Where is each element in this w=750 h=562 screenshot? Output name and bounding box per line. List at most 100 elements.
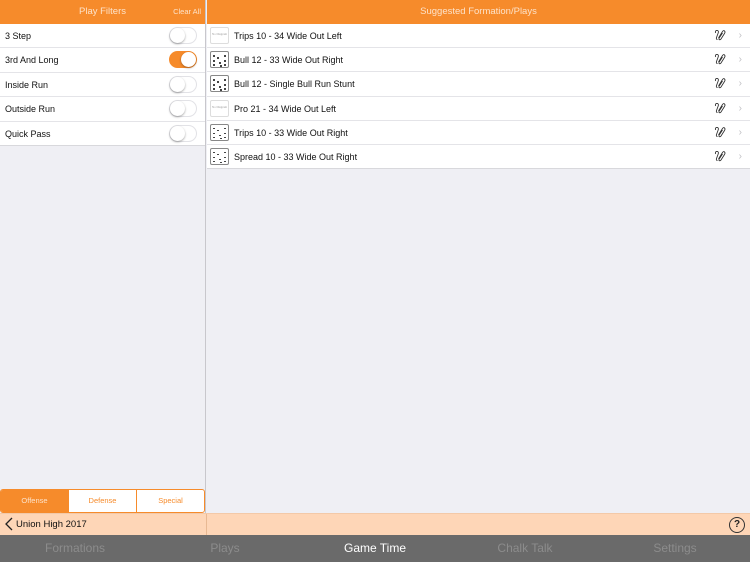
play-row[interactable]: No Diagram Trips 10 - 34 Wide Out Left › xyxy=(207,24,750,49)
toggle-knob xyxy=(170,28,185,43)
clear-all-button[interactable]: Clear All xyxy=(173,7,201,16)
diagram-dot xyxy=(224,64,226,66)
play-name: Bull 12 - 33 Wide Out Right xyxy=(234,55,344,66)
diagram-dot xyxy=(219,134,221,137)
chevron-right-icon: › xyxy=(738,150,742,162)
diagram-dot xyxy=(224,60,226,62)
diagram-dot xyxy=(213,160,215,163)
chevron-right-icon: › xyxy=(738,30,742,41)
diagram-dot xyxy=(224,79,226,81)
paperclip-icon[interactable] xyxy=(714,29,726,41)
filter-toggle-3-step[interactable] xyxy=(169,27,197,44)
toggle-knob xyxy=(170,125,185,141)
chevron-right-icon: › xyxy=(738,102,742,114)
diagram-dot xyxy=(217,129,219,132)
paperclip-icon[interactable] xyxy=(714,126,726,138)
play-name: Trips 10 - 34 Wide Out Left xyxy=(234,31,342,41)
filter-label: 3rd And Long xyxy=(5,55,59,66)
diagram-dot xyxy=(224,55,226,57)
filter-label: Outside Run xyxy=(5,104,56,115)
play-row[interactable]: No Diagram Pro 21 - 34 Wide Out Left › xyxy=(207,97,750,121)
diagram-dot xyxy=(217,81,219,83)
filter-row: Inside Run xyxy=(0,73,205,98)
tab-formations[interactable]: Formations xyxy=(0,535,150,562)
back-label: Union High 2017 xyxy=(16,518,87,530)
diagram-dot xyxy=(217,153,219,156)
filter-label: Inside Run xyxy=(5,79,49,90)
play-row[interactable]: Trips 10 - 33 Wide Out Right › xyxy=(207,121,750,145)
diagram-dot xyxy=(220,137,222,140)
filter-toggle-outside-run[interactable] xyxy=(169,100,197,118)
play-diagram-thumbnail xyxy=(210,147,229,165)
play-name: Bull 12 - Single Bull Run Stunt xyxy=(234,79,355,90)
app: Play Filters Clear All 3 Step 3rd And Lo… xyxy=(0,0,750,562)
diagram-dot xyxy=(213,64,215,66)
unit-segmented-control: Offense Defense Special xyxy=(0,489,205,513)
diagram-dot xyxy=(219,86,221,88)
segment-defense[interactable]: Defense xyxy=(68,490,136,512)
filter-row: Outside Run xyxy=(0,97,205,122)
diagram-dot xyxy=(224,136,226,139)
toggle-knob xyxy=(170,76,185,92)
diagram-dot xyxy=(213,136,215,139)
chevron-left-icon xyxy=(5,517,13,531)
suggested-plays-panel: Suggested Formation/Plays No Diagram Trip… xyxy=(207,0,750,513)
play-name: Spread 10 - 33 Wide Out Right xyxy=(234,151,358,162)
segment-special[interactable]: Special xyxy=(136,490,204,512)
play-diagram-thumbnail xyxy=(210,75,229,93)
diagram-dot xyxy=(213,88,215,90)
diagram-dot xyxy=(213,60,215,62)
diagram-dot xyxy=(220,161,222,164)
filter-row: 3rd And Long xyxy=(0,48,205,73)
tab-game-time[interactable]: Game Time xyxy=(300,535,450,562)
tab-bar: Formations Plays Game Time Chalk Talk Se… xyxy=(0,535,750,562)
diagram-dot xyxy=(224,88,226,90)
filter-row: 3 Step xyxy=(0,24,205,49)
suggested-plays-title: Suggested Formation/Plays xyxy=(207,0,750,24)
filter-toggle-quick-pass[interactable] xyxy=(169,124,197,142)
back-button[interactable]: Union High 2017 xyxy=(4,517,87,531)
filter-toggle-inside-run[interactable] xyxy=(169,75,197,93)
filter-label: 3 Step xyxy=(5,31,32,41)
help-icon[interactable]: ? xyxy=(729,517,745,533)
segment-offense[interactable]: Offense xyxy=(1,490,68,512)
no-diagram-thumbnail: No Diagram xyxy=(210,27,229,44)
diagram-dot xyxy=(219,158,221,161)
diagram-dot xyxy=(213,84,215,86)
play-name: Trips 10 - 33 Wide Out Right xyxy=(234,127,348,138)
play-name: Pro 21 - 34 Wide Out Left xyxy=(234,103,337,114)
filter-list: 3 Step 3rd And Long Inside Run Outside R… xyxy=(0,24,205,146)
paperclip-icon[interactable] xyxy=(714,102,726,114)
paperclip-icon[interactable] xyxy=(714,150,726,162)
diagram-dot xyxy=(213,151,215,154)
filter-label: Quick Pass xyxy=(5,128,51,139)
play-row[interactable]: Bull 12 - Single Bull Run Stunt › xyxy=(207,72,750,97)
play-filters-header: Play Filters Clear All xyxy=(0,0,205,24)
tab-settings[interactable]: Settings xyxy=(600,535,750,562)
bar-divider xyxy=(206,514,207,536)
paperclip-icon[interactable] xyxy=(714,53,726,65)
diagram-dot xyxy=(213,127,215,130)
play-row[interactable]: Bull 12 - 33 Wide Out Right › xyxy=(207,48,750,73)
play-list: No Diagram Trips 10 - 34 Wide Out Left › Bu… xyxy=(207,24,750,170)
diagram-dot xyxy=(224,151,226,154)
diagram-dot xyxy=(217,57,219,59)
diagram-dot xyxy=(224,84,226,86)
paperclip-icon[interactable] xyxy=(714,77,726,89)
diagram-dot xyxy=(213,55,215,57)
tab-plays[interactable]: Plays xyxy=(150,535,300,562)
diagram-dot xyxy=(224,132,226,135)
navigation-bar: Union High 2017 ? xyxy=(0,513,750,536)
diagram-dot xyxy=(220,65,222,67)
filter-row: Quick Pass xyxy=(0,122,205,146)
diagram-dot xyxy=(213,132,215,135)
chevron-right-icon: › xyxy=(738,54,742,66)
tab-chalk-talk[interactable]: Chalk Talk xyxy=(450,535,600,562)
play-row[interactable]: Spread 10 - 33 Wide Out Right › xyxy=(207,145,750,170)
filter-toggle-3rd-and-long[interactable] xyxy=(169,51,197,69)
toggle-knob xyxy=(170,101,185,117)
play-diagram-thumbnail xyxy=(210,123,229,141)
play-diagram-thumbnail xyxy=(210,51,229,69)
chevron-right-icon: › xyxy=(738,78,742,90)
diagram-dot xyxy=(224,156,226,159)
